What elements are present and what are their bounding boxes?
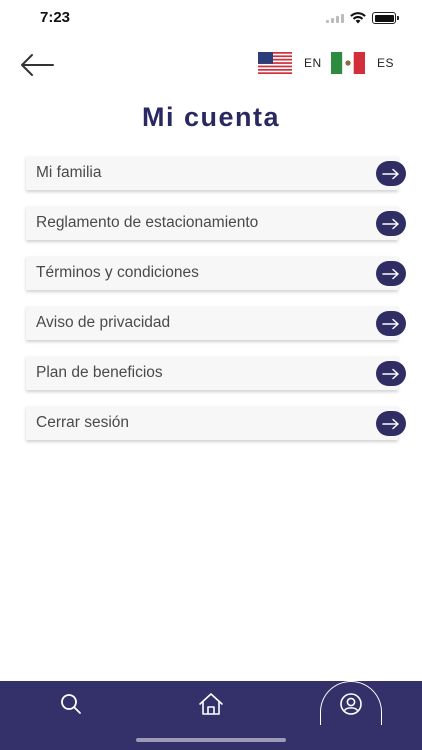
tab-profile[interactable] <box>320 681 382 725</box>
page-title: Mi cuenta <box>141 102 281 132</box>
arrow-right-icon[interactable] <box>376 411 406 436</box>
arrow-right-icon[interactable] <box>376 361 406 386</box>
search-icon <box>61 694 81 714</box>
menu-item-label: Términos y condiciones <box>36 264 199 281</box>
home-indicator <box>136 738 286 742</box>
signal-icon <box>326 13 344 23</box>
arrow-right-icon[interactable] <box>376 161 406 186</box>
menu-item-label: Cerrar sesión <box>36 414 130 431</box>
language-es-label: ES <box>377 56 395 70</box>
home-icon <box>199 693 223 715</box>
arrow-right-icon[interactable] <box>376 211 406 236</box>
menu-item-reglamento[interactable]: Reglamento de estacionamiento <box>26 206 406 240</box>
language-en-button[interactable]: EN <box>258 52 322 74</box>
battery-icon <box>372 12 399 24</box>
back-button[interactable] <box>18 50 56 80</box>
wifi-icon <box>350 12 366 24</box>
arrow-right-icon[interactable] <box>376 311 406 336</box>
arrow-left-icon <box>21 54 54 76</box>
account-menu: Mi familia Reglamento de estacionamiento… <box>26 156 406 456</box>
us-flag-icon <box>258 52 292 74</box>
user-circle-icon <box>340 692 362 715</box>
menu-item-aviso-privacidad[interactable]: Aviso de privacidad <box>26 306 406 340</box>
menu-item-cerrar-sesion[interactable]: Cerrar sesión <box>26 406 406 440</box>
menu-item-label: Plan de beneficios <box>36 364 163 381</box>
menu-item-terminos[interactable]: Términos y condiciones <box>26 256 406 290</box>
tab-search[interactable] <box>56 689 86 719</box>
menu-item-mi-familia[interactable]: Mi familia <box>26 156 406 190</box>
status-icons <box>326 12 399 24</box>
menu-item-plan-beneficios[interactable]: Plan de beneficios <box>26 356 406 390</box>
language-en-label: EN <box>304 56 322 70</box>
language-es-button[interactable]: ES <box>331 52 394 74</box>
menu-item-label: Mi familia <box>36 164 102 181</box>
menu-item-label: Reglamento de estacionamiento <box>36 214 259 231</box>
tab-home[interactable] <box>196 689 226 719</box>
status-bar: 7:23 <box>0 0 422 38</box>
mexico-flag-icon <box>331 52 365 74</box>
status-time: 7:23 <box>40 9 71 26</box>
menu-item-label: Aviso de privacidad <box>36 314 171 331</box>
arrow-right-icon[interactable] <box>376 261 406 286</box>
